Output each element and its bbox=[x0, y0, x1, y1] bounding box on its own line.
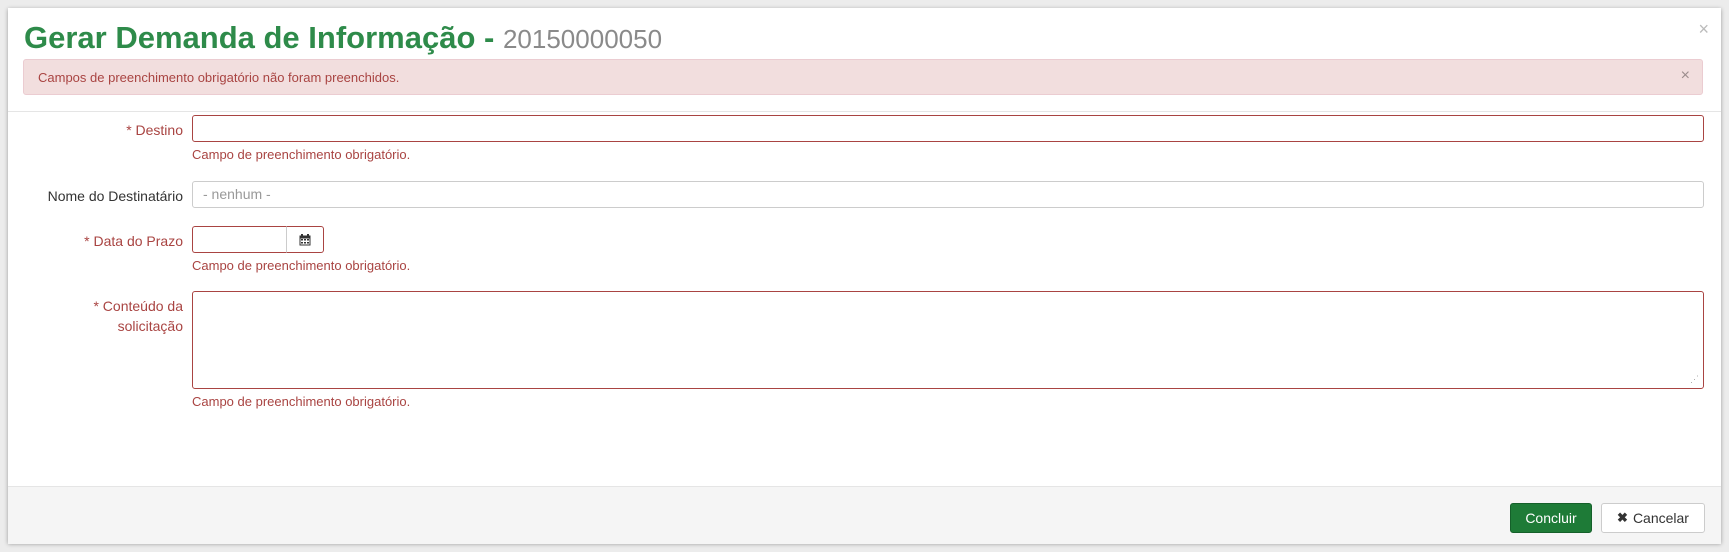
conteudo-label: * Conteúdo da solicitação bbox=[8, 296, 183, 336]
title-separator: - bbox=[484, 20, 495, 55]
modal-title-text: Gerar Demanda de Informação bbox=[24, 20, 476, 55]
modal-title: Gerar Demanda de Informação - 2015000005… bbox=[24, 20, 662, 56]
destino-label: * Destino bbox=[126, 122, 183, 138]
data-prazo-label: * Data do Prazo bbox=[84, 233, 183, 249]
error-alert: Campos de preenchimento obrigatório não … bbox=[23, 59, 1703, 95]
nome-destinatario-field[interactable]: - nenhum - bbox=[192, 181, 1704, 208]
nome-destinatario-label: Nome do Destinatário bbox=[47, 188, 183, 204]
calendar-icon bbox=[299, 233, 311, 245]
destino-input[interactable] bbox=[192, 115, 1704, 142]
calendar-button[interactable] bbox=[286, 226, 324, 253]
conteudo-textarea[interactable]: ⋰ bbox=[192, 291, 1704, 389]
conteudo-label-line2: solicitação bbox=[117, 318, 183, 334]
gerar-demanda-modal: Gerar Demanda de Informação - 2015000005… bbox=[8, 8, 1721, 544]
nome-destinatario-value: - nenhum - bbox=[203, 186, 271, 202]
close-icon: ✖ bbox=[1617, 510, 1628, 525]
cancelar-label: Cancelar bbox=[1632, 510, 1689, 526]
modal-footer: Concluir ✖ Cancelar bbox=[8, 486, 1721, 544]
resize-grip-icon[interactable]: ⋰ bbox=[1690, 375, 1699, 384]
data-prazo-input[interactable] bbox=[192, 226, 287, 253]
modal-header: Gerar Demanda de Informação - 2015000005… bbox=[8, 8, 1721, 112]
cancelar-button[interactable]: ✖ Cancelar bbox=[1601, 503, 1705, 533]
conteudo-label-line1: * Conteúdo da bbox=[93, 298, 183, 314]
demand-number: 20150000050 bbox=[502, 24, 663, 54]
destino-error: Campo de preenchimento obrigatório. bbox=[192, 147, 411, 162]
modal-close-icon[interactable]: × bbox=[1698, 20, 1709, 38]
concluir-button[interactable]: Concluir bbox=[1510, 503, 1592, 533]
alert-close-icon[interactable]: × bbox=[1681, 68, 1690, 84]
alert-message: Campos de preenchimento obrigatório não … bbox=[38, 70, 400, 85]
data-prazo-error: Campo de preenchimento obrigatório. bbox=[192, 258, 411, 273]
conteudo-error: Campo de preenchimento obrigatório. bbox=[192, 394, 411, 409]
